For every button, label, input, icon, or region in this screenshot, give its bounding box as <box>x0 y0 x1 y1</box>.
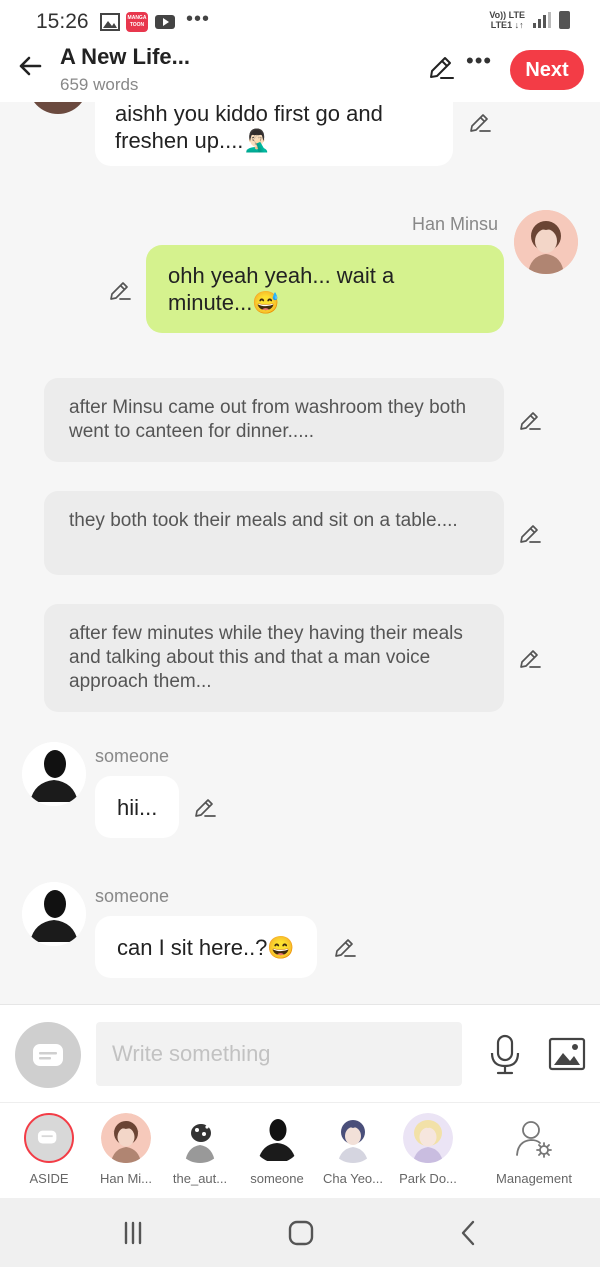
character-aside[interactable]: ASIDE <box>11 1113 87 1186</box>
avatar <box>101 1113 151 1163</box>
battery-icon <box>559 11 570 29</box>
more-dots-icon: ••• <box>186 8 211 30</box>
narration-block[interactable]: after Minsu came out from washroom they … <box>44 378 504 462</box>
back-arrow-icon[interactable] <box>14 50 46 82</box>
story-title[interactable]: A New Life... <box>60 44 190 70</box>
aside-icon <box>33 1044 63 1066</box>
word-count: 659 words <box>60 75 139 94</box>
character-bar: ASIDE Han Mi... the_aut... someone Cha Y… <box>0 1102 600 1198</box>
character-someone[interactable]: someone <box>239 1113 315 1186</box>
status-time: 15:26 <box>36 10 89 33</box>
avatar-someone[interactable] <box>22 882 86 946</box>
character-label: ASIDE <box>29 1171 69 1186</box>
manage-characters-icon <box>509 1113 559 1163</box>
system-nav-bar <box>0 1198 600 1267</box>
more-options-icon[interactable]: ••• <box>466 48 496 78</box>
narration-block[interactable]: they both took their meals and sit on a … <box>44 491 504 575</box>
character-management[interactable]: Management <box>492 1113 576 1186</box>
edit-narration-icon[interactable] <box>518 646 542 670</box>
narration-text: they both took their meals and sit on a … <box>69 510 458 531</box>
home-icon[interactable] <box>286 1218 316 1248</box>
aside-toggle-button[interactable] <box>15 1022 81 1088</box>
avatar <box>403 1113 453 1163</box>
character-label: Park Do... <box>399 1171 457 1186</box>
edit-title-icon[interactable] <box>426 52 456 82</box>
avatar-someone[interactable] <box>22 742 86 806</box>
avatar <box>252 1113 302 1163</box>
message-text: can I sit here..?😄 <box>117 935 295 960</box>
youtube-icon <box>155 15 175 29</box>
avatar <box>175 1113 225 1163</box>
message-bubble[interactable]: hii... <box>95 776 180 838</box>
composer-bar <box>0 1004 600 1102</box>
edit-narration-icon[interactable] <box>518 521 542 545</box>
recent-apps-icon[interactable] <box>118 1218 148 1248</box>
character-label: Han Mi... <box>99 1171 152 1186</box>
message-text: hii... <box>117 795 158 820</box>
message-bubble[interactable]: can I sit here..?😄 <box>95 916 317 978</box>
aside-icon <box>24 1113 74 1163</box>
edit-message-icon[interactable] <box>108 278 132 302</box>
avatar-han-minsu[interactable] <box>514 210 578 274</box>
sender-name: someone <box>95 886 170 906</box>
character-label: the_aut... <box>172 1171 228 1186</box>
avatar[interactable] <box>28 102 88 114</box>
character-han-minsu[interactable]: Han Mi... <box>88 1113 164 1186</box>
system-back-icon[interactable] <box>454 1218 484 1248</box>
character-label: someone <box>250 1171 304 1186</box>
sender-name: someone <box>95 746 170 766</box>
sender-name: Han Minsu <box>412 214 499 234</box>
narration-block[interactable]: after few minutes while they having thei… <box>44 604 504 712</box>
narration-text: after Minsu came out from washroom they … <box>69 397 467 442</box>
character-the-author[interactable]: the_aut... <box>162 1113 238 1186</box>
next-button[interactable]: Next <box>510 50 584 90</box>
avatar <box>328 1113 378 1163</box>
narration-text: after few minutes while they having thei… <box>69 623 463 692</box>
character-label: Management <box>496 1171 572 1186</box>
edit-message-icon[interactable] <box>193 795 217 819</box>
character-label: Cha Yeo... <box>323 1171 383 1186</box>
message-bubble[interactable]: aishh you kiddo first go and freshen up.… <box>95 102 453 166</box>
character-park-do[interactable]: Park Do... <box>390 1113 466 1186</box>
message-input[interactable] <box>96 1022 462 1086</box>
message-text: ohh yeah yeah... wait a minute...😅 <box>168 263 395 315</box>
message-bubble[interactable]: ohh yeah yeah... wait a minute...😅 <box>146 245 504 333</box>
character-cha-yeo[interactable]: Cha Yeo... <box>315 1113 391 1186</box>
chat-area[interactable]: aishh you kiddo first go and freshen up.… <box>0 102 600 1004</box>
mangatoon-icon: MANGA TOON <box>126 12 148 32</box>
editor-header: A New Life... 659 words ••• Next <box>0 44 600 102</box>
status-bar: 15:26 MANGA TOON ••• Vo)) LTE LTE1 ↓↑ <box>0 0 600 44</box>
edit-message-icon[interactable] <box>333 935 357 959</box>
signal-icon <box>533 12 551 28</box>
network-indicator: Vo)) LTE LTE1 ↓↑ <box>489 10 525 30</box>
image-upload-icon[interactable] <box>548 1037 586 1071</box>
message-text: aishh you kiddo first go and freshen up.… <box>115 102 383 153</box>
edit-narration-icon[interactable] <box>518 408 542 432</box>
gallery-icon <box>100 13 120 31</box>
microphone-icon[interactable] <box>488 1033 522 1075</box>
edit-message-icon[interactable] <box>468 110 492 134</box>
